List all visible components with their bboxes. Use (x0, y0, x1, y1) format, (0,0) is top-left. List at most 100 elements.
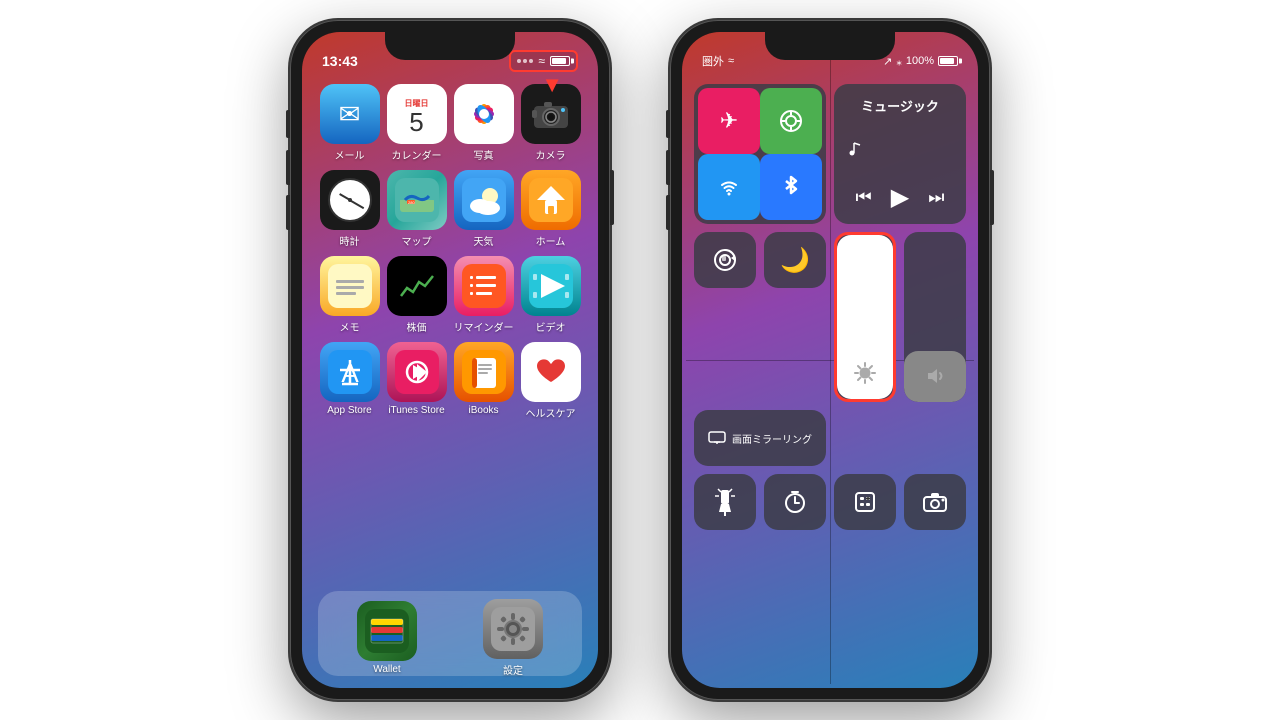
calendar-label: カレンダー (392, 147, 442, 162)
notch (385, 32, 515, 60)
camera-label: カメラ (536, 147, 566, 162)
app-ibooks[interactable]: iBooks (452, 342, 515, 420)
home-icon (521, 170, 581, 230)
settings-label: 設定 (503, 662, 523, 677)
timer-button[interactable] (764, 474, 826, 530)
app-itunes[interactable]: iTunes Store (385, 342, 448, 420)
brightness-icon (854, 362, 876, 389)
appstore-icon: A (320, 342, 380, 402)
wifi-button[interactable] (698, 154, 760, 220)
status-time: 13:43 (322, 53, 358, 69)
iphone-home: 13:43 ≈ ▼ (290, 20, 610, 700)
app-wallet[interactable]: Wallet (357, 601, 417, 675)
music-title: ミュージック (846, 96, 954, 115)
app-photos[interactable]: 写真 (452, 84, 515, 162)
cc-battery-icon (938, 56, 958, 66)
itunes-icon (387, 342, 447, 402)
power-button-2[interactable] (990, 170, 994, 225)
vol-up-button[interactable] (286, 150, 290, 185)
app-notes[interactable]: メモ (318, 256, 381, 334)
silent-button-2[interactable] (666, 110, 670, 138)
itunes-label: iTunes Store (388, 405, 444, 416)
svg-text:280: 280 (408, 200, 415, 205)
health-label: ヘルスケア (526, 405, 576, 420)
vol-down-button-2[interactable] (666, 195, 670, 230)
notes-icon (320, 256, 380, 316)
cc-background: 圏外 ≈ ↗ ⁎ 100% (682, 32, 978, 688)
mirror-label: 画面ミラーリング (732, 431, 812, 446)
volume-slider[interactable] (904, 232, 966, 402)
wallet-icon (357, 601, 417, 661)
app-dock: Wallet (318, 591, 582, 676)
calculator-button[interactable] (834, 474, 896, 530)
vol-down-button[interactable] (286, 195, 290, 230)
app-mail[interactable]: ✉ メール (318, 84, 381, 162)
volume-icon (924, 365, 946, 392)
cc-status-right: ↗ ⁎ 100% (883, 55, 958, 68)
do-not-disturb-button[interactable]: 🌙 (764, 232, 826, 288)
appstore-label: App Store (327, 405, 371, 416)
signal-dots (517, 59, 533, 63)
cellular-button[interactable] (760, 88, 822, 154)
clock-icon (320, 170, 380, 230)
app-maps[interactable]: 280 マップ (385, 170, 448, 248)
mail-label: メール (335, 147, 365, 162)
cc-music-tile: ミュージック ⏮ ▶ ⏭ (834, 84, 966, 224)
weather-icon (454, 170, 514, 230)
app-stocks[interactable]: 株価 (385, 256, 448, 334)
health-icon (521, 342, 581, 402)
videos-icon (521, 256, 581, 316)
brightness-slider[interactable] (834, 232, 896, 402)
notes-label: メモ (340, 319, 360, 334)
photos-icon (454, 84, 514, 144)
notch-2 (765, 32, 895, 60)
app-videos[interactable]: ビデオ (519, 256, 582, 334)
vol-up-button-2[interactable] (666, 150, 670, 185)
rotation-lock-button[interactable] (694, 232, 756, 288)
battery-icon (550, 56, 570, 66)
ibooks-label: iBooks (468, 405, 498, 416)
app-home[interactable]: ホーム (519, 170, 582, 248)
maps-label: マップ (402, 233, 432, 248)
app-appstore[interactable]: A App Store (318, 342, 381, 420)
clock-label: 時計 (340, 233, 360, 248)
home-app-label: ホーム (536, 233, 566, 248)
app-settings[interactable]: 設定 (483, 599, 543, 677)
status-icons-highlighted: ≈ (509, 50, 578, 72)
calendar-icon: 日曜日 5 (387, 84, 447, 144)
stocks-label: 株価 (407, 319, 427, 334)
play-button[interactable]: ▶ (891, 183, 909, 212)
photos-label: 写真 (474, 147, 494, 162)
control-center-screen: 圏外 ≈ ↗ ⁎ 100% (682, 32, 978, 688)
power-button[interactable] (610, 170, 614, 225)
red-arrow-indicator: ▼ (541, 74, 563, 96)
home-screen: 13:43 ≈ ▼ (302, 32, 598, 688)
music-note-icon (846, 141, 862, 157)
iphone-control-center: 圏外 ≈ ↗ ⁎ 100% (670, 20, 990, 700)
settings-icon (483, 599, 543, 659)
signal-text: 圏外 (702, 53, 724, 69)
app-health[interactable]: ヘルスケア (519, 342, 582, 420)
bluetooth-button[interactable] (760, 154, 822, 220)
videos-label: ビデオ (536, 319, 566, 334)
cc-panel: ✈ (694, 84, 966, 224)
prev-button[interactable]: ⏮ (856, 187, 872, 208)
main-container: 13:43 ≈ ▼ (0, 0, 1280, 720)
reminders-icon (454, 256, 514, 316)
stocks-icon (387, 256, 447, 316)
silent-button[interactable] (286, 110, 290, 138)
airplane-mode-button[interactable]: ✈ (698, 88, 760, 154)
app-reminders[interactable]: リマインダー (452, 256, 515, 334)
weather-label: 天気 (474, 233, 494, 248)
maps-icon: 280 (387, 170, 447, 230)
home-background: 13:43 ≈ ▼ (302, 32, 598, 688)
app-weather[interactable]: 天気 (452, 170, 515, 248)
wallet-label: Wallet (373, 664, 400, 675)
app-calendar[interactable]: 日曜日 5 カレンダー (385, 84, 448, 162)
flashlight-button[interactable] (694, 474, 756, 530)
next-button[interactable]: ⏭ (928, 187, 944, 208)
screen-mirror-button[interactable]: 画面ミラーリング (694, 410, 826, 466)
app-clock[interactable]: 時計 (318, 170, 381, 248)
cc-wifi-icon: ≈ (728, 55, 734, 67)
camera-button[interactable] (904, 474, 966, 530)
